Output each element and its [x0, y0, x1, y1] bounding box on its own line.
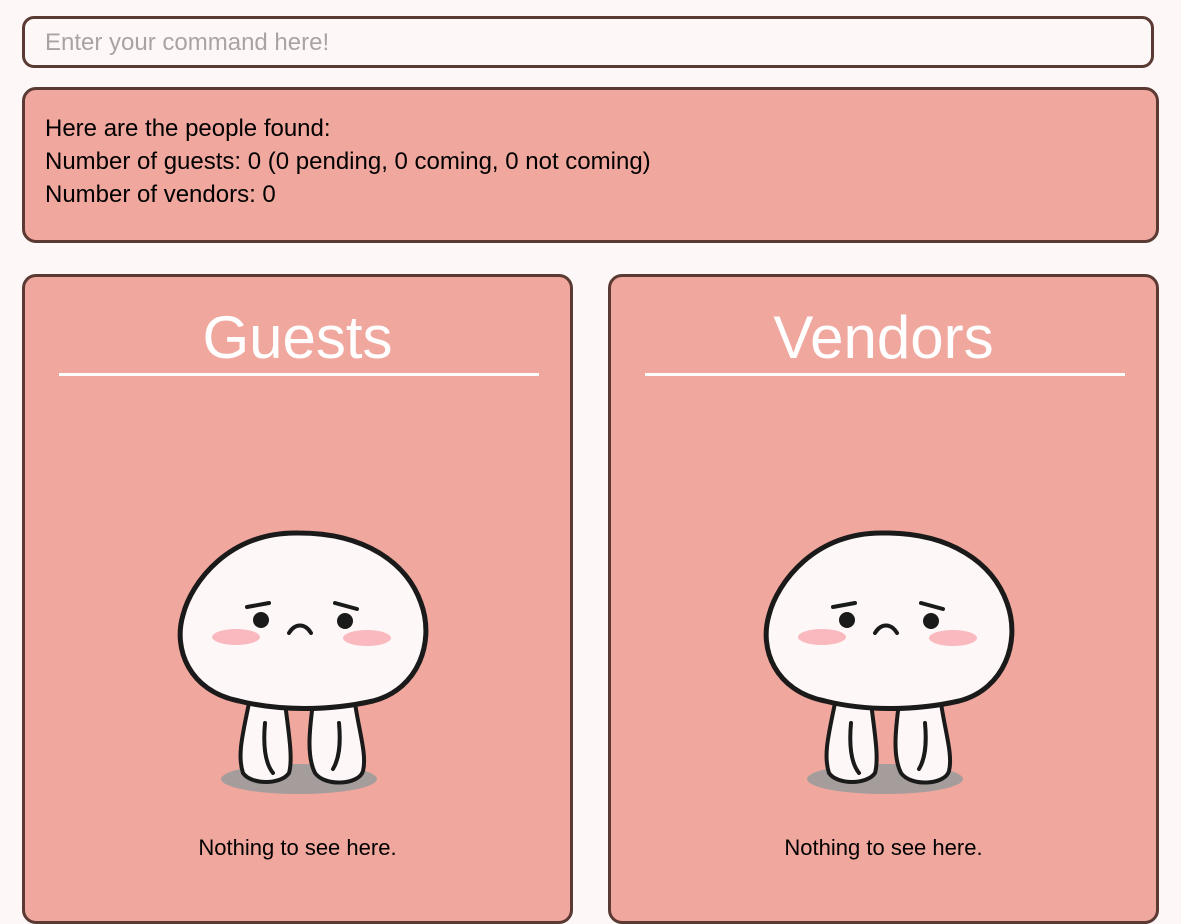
sad-mascot-icon [177, 530, 429, 794]
command-input[interactable] [43, 19, 1127, 67]
guests-panel[interactable]: Guests Nothing to see here. [22, 274, 573, 924]
result-line-vendors: Number of vendors: 0 [45, 181, 276, 208]
result-display: Here are the people found: Number of gue… [22, 87, 1159, 243]
guests-title-underline [59, 373, 539, 376]
command-box[interactable] [22, 16, 1154, 68]
vendors-title-underline [645, 373, 1125, 376]
guests-empty-message: Nothing to see here. [198, 835, 397, 860]
vendors-panel[interactable]: Vendors Nothing to see here. [608, 274, 1159, 924]
result-line-guests: Number of guests: 0 (0 pending, 0 coming… [45, 148, 651, 175]
guests-title: Guests [202, 304, 393, 371]
vendors-title: Vendors [773, 304, 994, 371]
vendors-empty-message: Nothing to see here. [784, 835, 983, 860]
sad-mascot-icon [763, 530, 1015, 794]
result-line-header: Here are the people found: [45, 115, 331, 142]
